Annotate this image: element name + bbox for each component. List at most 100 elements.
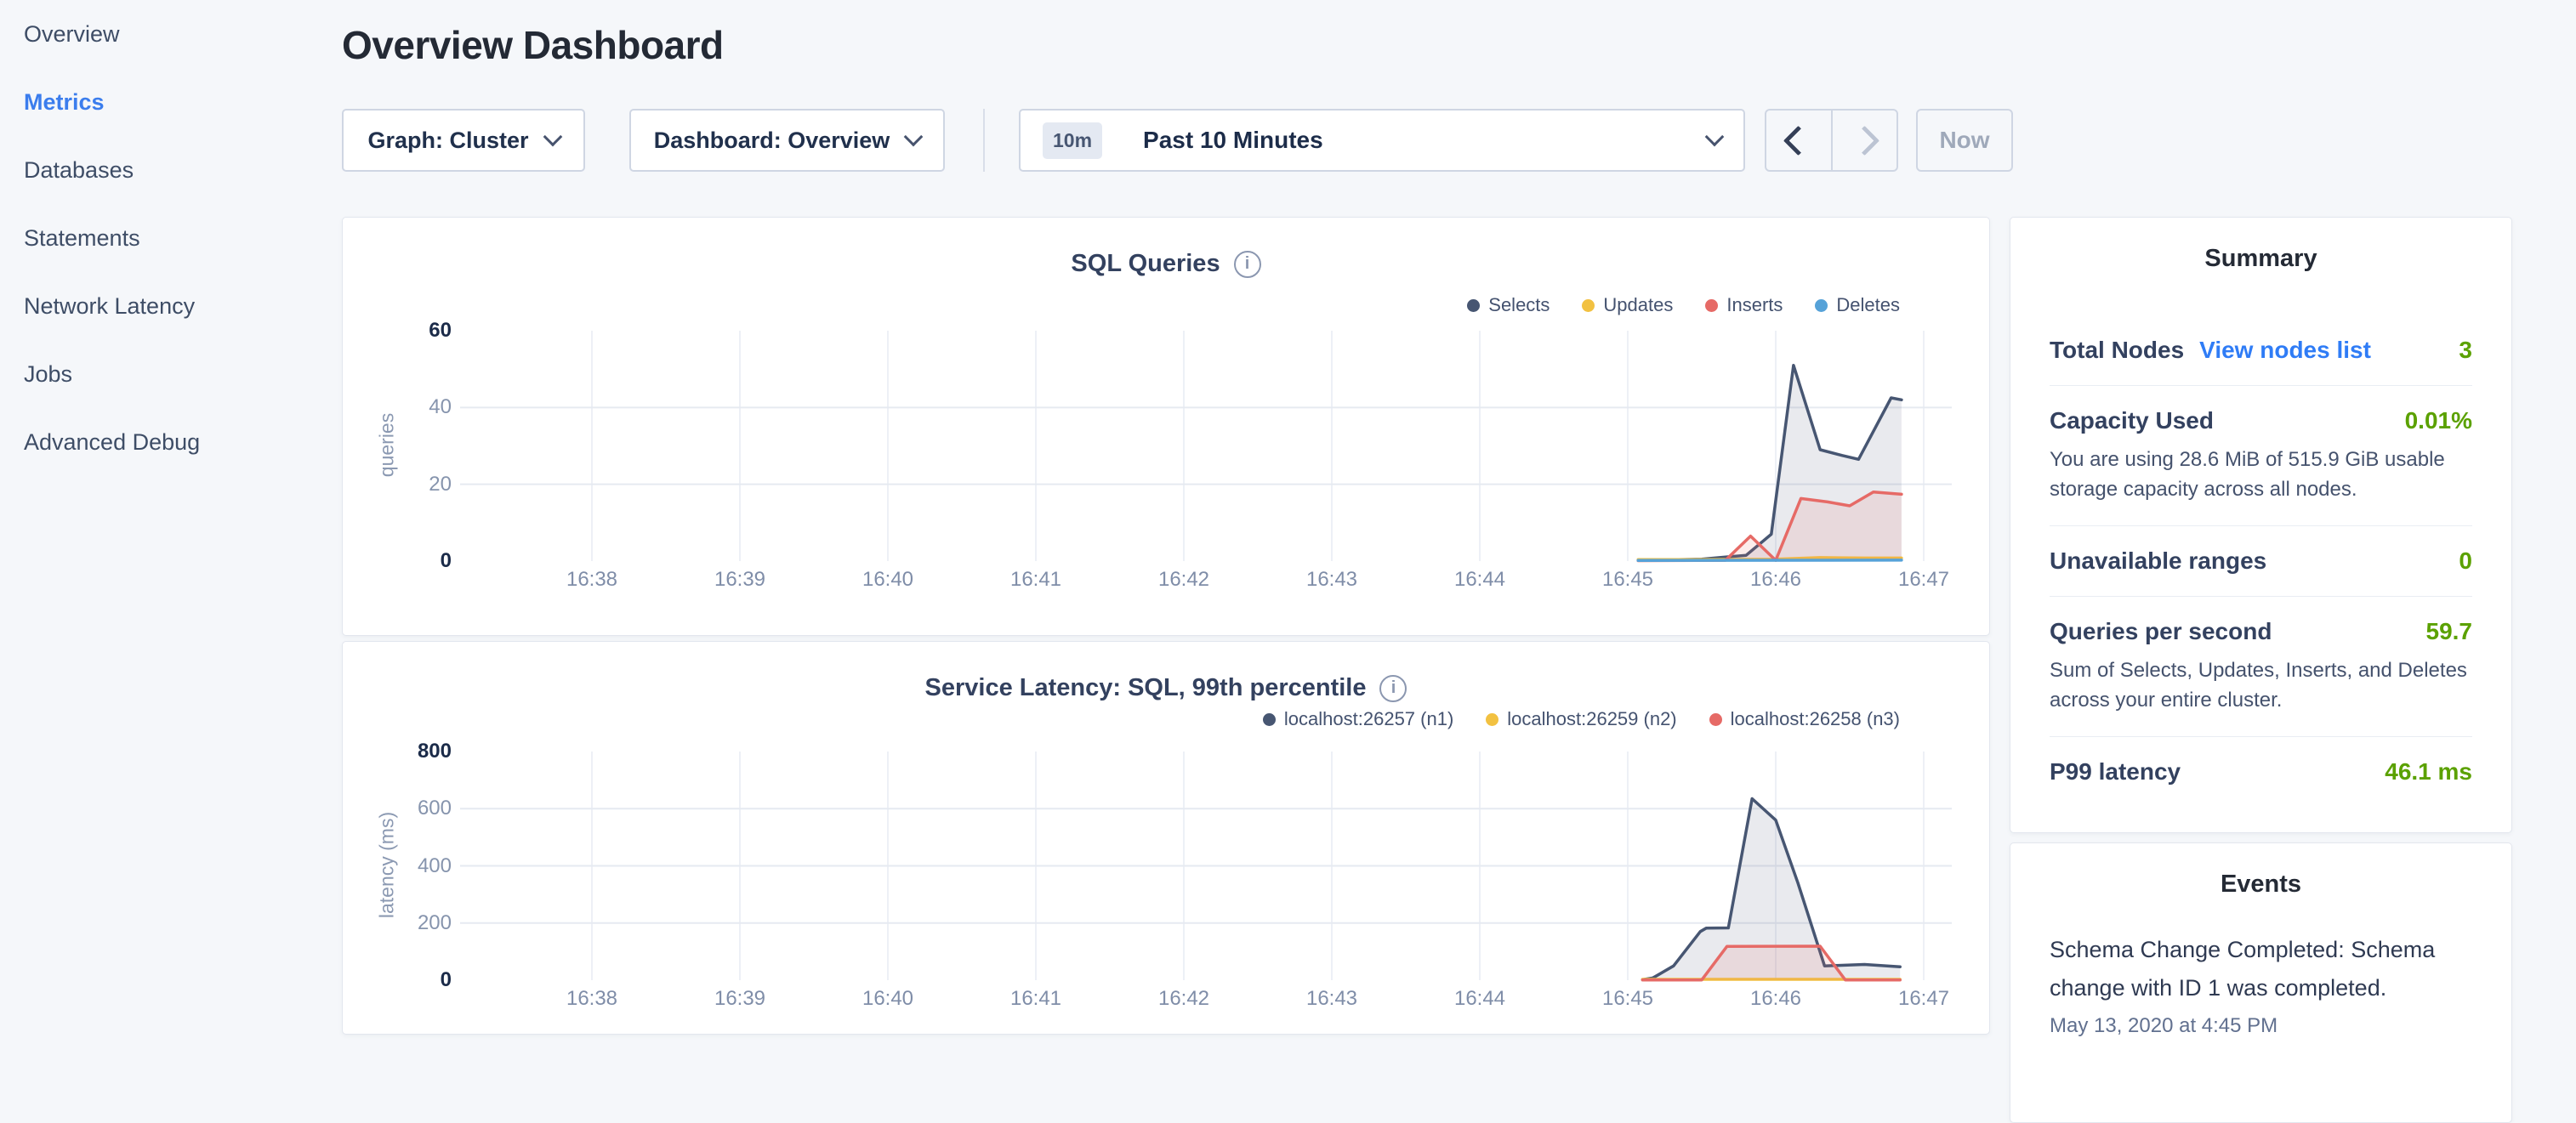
chevron-left-icon bbox=[1783, 125, 1813, 155]
sidebar-item-label: Jobs bbox=[24, 361, 72, 388]
dashboard-dropdown-label: Dashboard: Overview bbox=[654, 128, 890, 154]
legend-label: Inserts bbox=[1726, 294, 1783, 316]
x-axis-tick: 16:38 bbox=[518, 987, 666, 1011]
legend-item: localhost:26257 (n1) bbox=[1263, 708, 1453, 730]
x-axis-tick: 16:40 bbox=[814, 987, 962, 1011]
events-panel: Events Schema Change Completed: Schema c… bbox=[2010, 842, 2512, 1123]
y-axis-tick: 0 bbox=[358, 968, 452, 992]
y-axis-tick: 60 bbox=[358, 319, 452, 343]
sidebar-item-network-latency[interactable]: Network Latency bbox=[0, 272, 340, 340]
legend-label: Deletes bbox=[1836, 294, 1900, 316]
sidebar-item-statements[interactable]: Statements bbox=[0, 204, 340, 272]
sidebar-item-label: Metrics bbox=[24, 89, 105, 116]
legend-item: Selects bbox=[1467, 294, 1550, 316]
now-button[interactable]: Now bbox=[1916, 109, 2013, 172]
legend-item: Inserts bbox=[1705, 294, 1783, 316]
legend-label: localhost:26257 (n1) bbox=[1284, 708, 1453, 730]
x-axis-tick: 16:42 bbox=[1110, 568, 1258, 592]
sidebar-item-label: Databases bbox=[24, 157, 134, 184]
summary-row-unavailable-ranges: Unavailable ranges 0 bbox=[2050, 525, 2472, 596]
chart-legend: localhost:26257 (n1)localhost:26259 (n2)… bbox=[1263, 708, 1900, 730]
sidebar-item-label: Advanced Debug bbox=[24, 429, 200, 456]
info-icon[interactable] bbox=[1234, 251, 1261, 278]
legend-item: Deletes bbox=[1815, 294, 1900, 316]
total-nodes-label: Total Nodes bbox=[2050, 337, 2184, 364]
chevron-down-icon bbox=[1705, 128, 1725, 147]
y-axis-tick: 600 bbox=[358, 797, 452, 820]
chart-title: Service Latency: SQL, 99th percentile bbox=[343, 674, 1989, 702]
sidebar-item-databases[interactable]: Databases bbox=[0, 136, 340, 204]
x-axis-tick: 16:40 bbox=[814, 568, 962, 592]
sidebar: Overview Metrics Databases Statements Ne… bbox=[0, 0, 340, 476]
y-axis-label: queries bbox=[376, 317, 399, 572]
legend-label: localhost:26258 (n3) bbox=[1731, 708, 1900, 730]
legend-label: Updates bbox=[1603, 294, 1673, 316]
time-range-badge: 10m bbox=[1043, 122, 1102, 159]
y-axis-tick: 400 bbox=[358, 854, 452, 878]
summary-rows: Total Nodes View nodes list 3 Capacity U… bbox=[2050, 315, 2472, 807]
y-axis-tick: 20 bbox=[358, 473, 452, 496]
graph-scope-dropdown-label: Graph: Cluster bbox=[367, 128, 528, 154]
capacity-used-label: Capacity Used bbox=[2050, 407, 2214, 434]
y-axis-label: latency (ms) bbox=[376, 737, 399, 992]
chart-title-text: Service Latency: SQL, 99th percentile bbox=[925, 674, 1367, 702]
legend-dot-icon bbox=[1709, 713, 1722, 726]
sql-queries-chart-card: SQL Queries 16:3816:3916:4016:4116:4216:… bbox=[342, 217, 1990, 636]
time-step-forward-button[interactable] bbox=[1833, 111, 1897, 170]
chart-title-text: SQL Queries bbox=[1071, 250, 1220, 278]
x-axis-tick: 16:41 bbox=[962, 987, 1110, 1011]
x-axis-tick: 16:44 bbox=[1406, 987, 1554, 1011]
x-axis-tick: 16:46 bbox=[1702, 987, 1850, 1011]
graph-scope-dropdown[interactable]: Graph: Cluster bbox=[342, 109, 585, 172]
chevron-down-icon bbox=[904, 128, 924, 147]
summary-row-total-nodes: Total Nodes View nodes list 3 bbox=[2050, 315, 2472, 385]
sidebar-item-label: Overview bbox=[24, 21, 120, 48]
qps-label: Queries per second bbox=[2050, 618, 2272, 645]
summary-row-capacity: Capacity Used 0.01% You are using 28.6 M… bbox=[2050, 385, 2472, 525]
total-nodes-value: 3 bbox=[2459, 337, 2472, 364]
legend-dot-icon bbox=[1486, 713, 1498, 726]
summary-row-qps: Queries per second 59.7 Sum of Selects, … bbox=[2050, 596, 2472, 736]
sidebar-item-label: Statements bbox=[24, 225, 140, 252]
y-axis-tick: 800 bbox=[358, 740, 452, 763]
summary-row-p99-latency: P99 latency 46.1 ms bbox=[2050, 736, 2472, 807]
x-axis-tick: 16:39 bbox=[666, 987, 814, 1011]
dashboard-dropdown[interactable]: Dashboard: Overview bbox=[629, 109, 945, 172]
x-axis-tick: 16:45 bbox=[1554, 568, 1702, 592]
unavailable-ranges-label: Unavailable ranges bbox=[2050, 547, 2266, 575]
time-step-buttons bbox=[1765, 109, 1898, 172]
view-nodes-list-link[interactable]: View nodes list bbox=[2199, 337, 2371, 364]
legend-dot-icon bbox=[1467, 299, 1480, 312]
chevron-right-icon bbox=[1850, 125, 1879, 155]
x-axis-tick: 16:38 bbox=[518, 568, 666, 592]
toolbar-divider bbox=[983, 109, 985, 172]
info-icon[interactable] bbox=[1379, 675, 1407, 702]
legend-item: Updates bbox=[1582, 294, 1673, 316]
time-range-select[interactable]: 10m Past 10 Minutes bbox=[1019, 109, 1745, 172]
legend-dot-icon bbox=[1263, 713, 1276, 726]
x-axis-tick: 16:47 bbox=[1850, 987, 1990, 1011]
legend-item: localhost:26258 (n3) bbox=[1709, 708, 1900, 730]
page-title: Overview Dashboard bbox=[342, 22, 724, 68]
chevron-down-icon bbox=[543, 128, 562, 147]
sidebar-item-advanced-debug[interactable]: Advanced Debug bbox=[0, 408, 340, 476]
legend-dot-icon bbox=[1705, 299, 1718, 312]
chart-legend: Selects Updates Inserts Deletes bbox=[1467, 294, 1900, 316]
legend-dot-icon bbox=[1582, 299, 1595, 312]
sidebar-item-label: Network Latency bbox=[24, 293, 195, 320]
x-axis-tick: 16:39 bbox=[666, 568, 814, 592]
sidebar-item-overview[interactable]: Overview bbox=[0, 0, 340, 68]
event-item-timestamp: May 13, 2020 at 4:45 PM bbox=[2050, 1014, 2472, 1038]
sidebar-item-jobs[interactable]: Jobs bbox=[0, 340, 340, 408]
y-axis-tick: 200 bbox=[358, 911, 452, 935]
p99-latency-value: 46.1 ms bbox=[2385, 758, 2472, 786]
summary-panel: Summary Total Nodes View nodes list 3 Ca… bbox=[2010, 217, 2512, 833]
y-axis-tick: 40 bbox=[358, 395, 452, 419]
x-axis-tick: 16:43 bbox=[1258, 987, 1406, 1011]
capacity-used-value: 0.01% bbox=[2405, 407, 2472, 434]
time-step-back-button[interactable] bbox=[1766, 111, 1833, 170]
p99-latency-label: P99 latency bbox=[2050, 758, 2181, 786]
sidebar-item-metrics[interactable]: Metrics bbox=[0, 68, 340, 136]
x-axis-tick: 16:42 bbox=[1110, 987, 1258, 1011]
qps-value: 59.7 bbox=[2426, 618, 2473, 645]
